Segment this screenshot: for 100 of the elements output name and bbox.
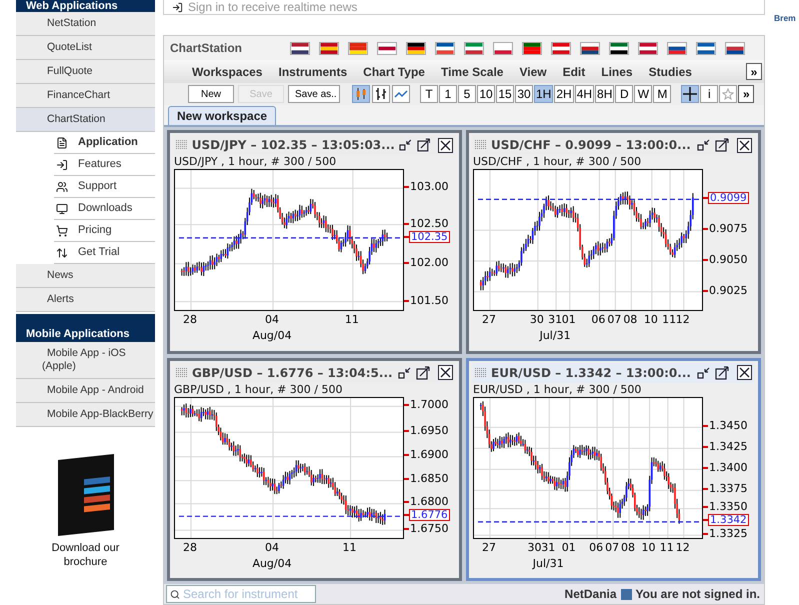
menu-more-button[interactable]: » [746, 63, 762, 80]
timescale-button[interactable]: 15 [496, 85, 514, 103]
close-button[interactable] [737, 138, 752, 152]
section-header: Mobile Applications [16, 314, 155, 342]
pin-button[interactable] [719, 85, 738, 103]
flag-icon[interactable] [290, 42, 310, 54]
bar-chart-button[interactable] [372, 85, 390, 103]
search-field[interactable]: Search for instrument [166, 585, 316, 603]
flag-icon[interactable] [522, 42, 542, 54]
sidebar-subitem[interactable]: Application [78, 134, 138, 151]
timescale-button[interactable]: 8H [595, 85, 614, 103]
date-label: 31 [548, 313, 562, 327]
menu-item[interactable]: Instruments [278, 62, 348, 80]
timescale-button[interactable]: 10 [477, 85, 495, 103]
menu-item[interactable]: View [519, 62, 547, 80]
toolbar-button[interactable]: Save as.. [288, 85, 340, 103]
timescale-button[interactable]: 1 [439, 85, 457, 103]
minimize-icon[interactable] [398, 366, 412, 380]
app-title: ChartStation [170, 40, 243, 57]
timescale-button[interactable]: T [420, 85, 438, 103]
sidebar-item[interactable]: FinanceChart [16, 84, 155, 108]
flag-icon[interactable] [406, 42, 426, 54]
date-label: 11 [342, 540, 357, 554]
workspace-tab[interactable]: New workspace [168, 106, 276, 125]
flag-icon[interactable] [725, 42, 745, 54]
info-button[interactable]: i [700, 85, 718, 103]
sidebar-item[interactable]: Mobile App-BlackBerry [16, 403, 155, 427]
crosshair-button[interactable] [681, 85, 700, 103]
flag-icon[interactable] [638, 42, 658, 54]
sidebar-subitem[interactable]: Downloads [78, 200, 132, 217]
sidebar-subitem[interactable]: Features [78, 156, 122, 173]
tick-mark [404, 514, 409, 516]
candlestick-button[interactable] [352, 85, 370, 103]
timescale-button[interactable]: 2H [554, 85, 574, 103]
menu-item[interactable]: Chart Type [363, 62, 425, 80]
flag-icon[interactable] [667, 42, 687, 54]
sidebar-item[interactable]: FullQuote [16, 60, 155, 84]
date-label: 28 [182, 540, 197, 554]
flag-icon[interactable] [696, 42, 716, 54]
status-square-icon [620, 588, 632, 600]
menu-item[interactable]: Studies [648, 62, 692, 80]
date-label: 04 [265, 540, 280, 554]
sidebar-item[interactable]: News [16, 264, 155, 288]
flag-icon[interactable] [435, 42, 455, 54]
sidebar-item[interactable]: NetStation [16, 12, 155, 36]
brochure-image[interactable] [58, 454, 114, 536]
maximize-icon[interactable] [715, 138, 729, 152]
sidebar-item[interactable]: Mobile App - Android [16, 379, 155, 403]
flag-icon[interactable] [580, 42, 600, 54]
window-title: GBP/USD – 1.6776 – 13:04:5... [192, 364, 394, 382]
grip-icon[interactable] [176, 140, 188, 150]
date-label: 07 [605, 540, 620, 554]
sidebar-subitem[interactable]: Support [78, 178, 117, 195]
timescale-button[interactable]: 4H [574, 85, 594, 103]
menu-item[interactable]: Time Scale [440, 62, 504, 80]
maximize-icon[interactable] [416, 138, 430, 152]
tick-mark [703, 506, 708, 508]
sidebar-item[interactable]: QuoteList [16, 36, 155, 60]
line-chart-button[interactable] [392, 85, 410, 103]
sidebar-subitem[interactable]: Pricing [78, 222, 112, 239]
price-label: 1.7000 [410, 398, 448, 411]
close-button[interactable] [438, 365, 453, 380]
maximize-icon[interactable] [715, 366, 729, 380]
tick-mark [703, 519, 708, 522]
date-label: 06 [591, 313, 606, 327]
timescale-button[interactable]: D [615, 85, 634, 103]
timescale-button[interactable]: M [653, 85, 672, 103]
date-label: 11 [662, 313, 676, 327]
brochure-link[interactable]: Download our brochure [50, 541, 120, 569]
timescale-button[interactable]: W [634, 85, 652, 103]
tick-mark [703, 466, 708, 469]
flag-icon[interactable] [377, 42, 397, 54]
toolbar-button[interactable]: New [188, 85, 234, 103]
minimize-icon[interactable] [398, 138, 413, 152]
tick-mark [703, 446, 708, 448]
price-label: 1.6950 [410, 424, 448, 437]
close-button[interactable] [737, 365, 752, 380]
menu-item[interactable]: Edit [562, 62, 586, 80]
brand-name: NetDania [564, 586, 617, 603]
price-label: 1.6850 [410, 473, 448, 486]
sidebar-item[interactable]: Alerts [16, 288, 155, 312]
minimize-icon[interactable] [697, 366, 711, 380]
tools-more-button[interactable]: » [738, 85, 754, 103]
price-label: 102.50 [410, 218, 448, 230]
menu-item[interactable]: Lines [601, 62, 633, 80]
maximize-icon[interactable] [416, 366, 430, 380]
minimize-icon[interactable] [697, 138, 711, 152]
sidebar-subitem[interactable]: Get Trial [78, 244, 120, 261]
price-label: 1.6750 [410, 522, 448, 535]
menu-item[interactable]: Workspaces [192, 62, 262, 80]
arrows-icon [56, 246, 68, 258]
timescale-button[interactable]: 30 [515, 85, 533, 103]
close-button[interactable] [438, 138, 453, 152]
tick-mark [703, 228, 708, 230]
sidebar-item[interactable]: Mobile App - iOS (Apple) [16, 342, 155, 379]
sidebar-item[interactable]: ChartStation [16, 108, 155, 132]
timescale-button[interactable]: 1H [534, 85, 554, 103]
flag-icon[interactable] [609, 42, 629, 54]
timescale-button[interactable]: 5 [458, 85, 476, 103]
cut-link[interactable]: Brem [774, 13, 796, 23]
